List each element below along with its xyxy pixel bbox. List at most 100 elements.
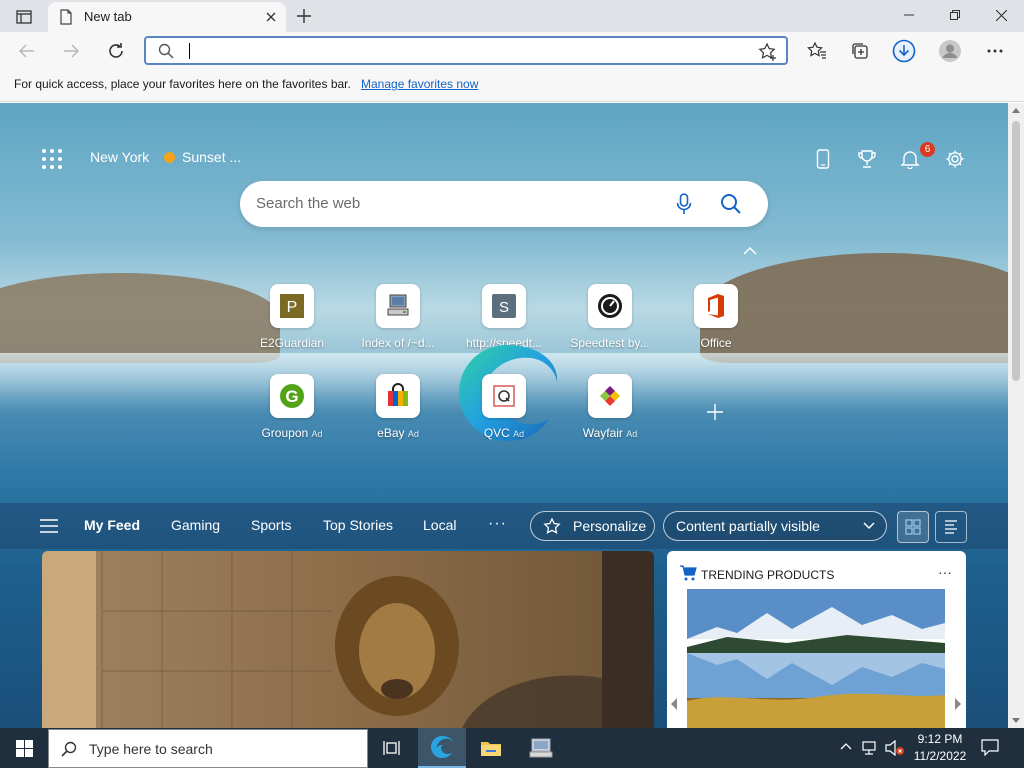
more-feed-tabs-button[interactable]: ··· [488,515,507,533]
weather-label[interactable]: Sunset ... [182,149,241,165]
tab-actions-button[interactable] [8,6,40,28]
action-center-icon[interactable] [980,738,1000,756]
e2guardian-icon: P [280,294,304,318]
browser-tab[interactable]: New tab [48,2,286,32]
collapse-chevron-icon[interactable] [743,247,757,255]
qvc-icon [493,385,515,407]
quick-link-tile[interactable]: P E2Guardian [252,284,332,364]
forward-button[interactable] [56,37,86,65]
add-shortcut-plus-icon[interactable] [704,401,726,423]
personalize-button[interactable]: Personalize [530,511,655,541]
taskbar-app-button[interactable] [517,728,565,768]
network-icon[interactable] [862,740,880,756]
clock-date: 11/2/2022 [913,749,967,763]
quick-link-tile[interactable]: Index of /~d... [358,284,438,364]
card-more-button[interactable]: ··· [938,564,952,580]
tile-label: QVC Ad [454,426,554,440]
taskbar-search-box[interactable]: Type here to search [48,729,368,768]
content-visibility-label: Content partially visible [676,518,820,534]
title-bar: New tab [0,0,1024,32]
new-tab-page: New York Sunset ... 6 Search the web P E… [0,103,1008,728]
feed-tab-top-stories[interactable]: Top Stories [323,517,393,533]
taskbar-edge-button[interactable] [418,728,466,768]
settings-menu-button[interactable] [980,37,1010,65]
close-window-button[interactable] [978,0,1024,30]
computer-icon [387,294,409,316]
tile-label: Wayfair Ad [560,426,660,440]
tile-label-text: Wayfair [582,426,623,440]
lion-photo [42,551,654,728]
add-favorite-icon[interactable] [758,42,778,62]
carousel-next-icon[interactable] [953,697,963,711]
minimize-button[interactable] [886,0,932,30]
feed-navigation-bar: My Feed Gaming Sports Top Stories Local … [0,503,1008,549]
start-button[interactable] [0,728,48,768]
edge-browser-icon [431,736,454,758]
downloads-button[interactable] [889,37,919,65]
grid-view-icon [905,519,921,535]
new-tab-button[interactable] [292,5,316,27]
show-hidden-icons-icon[interactable] [840,742,852,750]
rewards-button[interactable] [854,146,880,172]
web-search-placeholder: Search the web [256,195,361,212]
content-visibility-dropdown[interactable]: Content partially visible [663,511,887,541]
collections-button[interactable] [845,37,875,65]
quick-link-tile[interactable]: G Groupon Ad [252,374,332,454]
microphone-icon[interactable] [676,193,692,215]
favorites-button[interactable] [802,37,832,65]
speedtest-gauge-icon [598,294,622,318]
feed-tab-local[interactable]: Local [423,517,456,533]
quick-link-tile[interactable]: Wayfair Ad [570,374,650,454]
feed-tab-my-feed[interactable]: My Feed [84,517,140,533]
feed-tab-sports[interactable]: Sports [251,517,291,533]
manage-favorites-link[interactable]: Manage favorites now [361,77,478,91]
page-scrollbar[interactable] [1008,103,1024,728]
taskbar-file-explorer-button[interactable] [467,728,515,768]
list-view-icon [945,520,957,534]
avatar-icon [939,40,961,62]
carousel-prev-icon[interactable] [669,697,679,711]
page-icon [60,9,72,25]
location-label[interactable]: New York [90,149,149,165]
personalize-label: Personalize [573,518,647,534]
quick-link-tile[interactable]: Speedtest by... [570,284,650,364]
tile-label-text: QVC [483,426,510,440]
close-tab-button[interactable] [262,8,280,26]
search-icon[interactable] [720,193,742,215]
scrollbar-thumb[interactable] [1012,121,1020,381]
web-search-box[interactable]: Search the web [240,181,768,227]
address-bar[interactable] [144,36,788,65]
notification-badge: 6 [920,142,935,157]
system-clock[interactable]: 9:12 PM 11/2/2022 [908,731,972,765]
feed-tab-gaming[interactable]: Gaming [171,517,220,533]
grid-view-button[interactable] [897,511,929,543]
product-image [687,589,945,728]
volume-muted-icon[interactable] [885,740,905,756]
tile-icon-box [482,374,526,418]
profile-button[interactable] [935,37,965,65]
gear-icon [946,150,964,168]
page-settings-button[interactable] [942,146,968,172]
trending-products-card[interactable]: TRENDING PRODUCTS ··· [667,551,966,728]
back-button[interactable] [12,37,42,65]
scroll-down-arrow-icon[interactable] [1012,718,1020,724]
news-card-image[interactable] [42,551,654,728]
app-launcher-icon[interactable] [40,147,64,171]
maximize-button[interactable] [932,0,978,30]
phone-icon [816,149,830,169]
phone-button[interactable] [810,146,836,172]
list-view-button[interactable] [935,511,967,543]
tile-icon-box [588,374,632,418]
quick-link-tile[interactable]: eBay Ad [358,374,438,454]
search-icon [61,741,77,757]
quick-link-tile[interactable]: Office [676,284,756,364]
scroll-up-arrow-icon[interactable] [1012,107,1020,113]
refresh-button[interactable] [101,37,131,65]
hamburger-menu-icon[interactable] [40,519,58,533]
plus-icon [297,9,311,23]
task-view-button[interactable] [368,728,416,768]
close-icon [266,12,276,22]
more-dots-icon [987,49,1003,53]
svg-text:P: P [287,299,298,316]
quick-link-tile[interactable]: QVC Ad [464,374,544,454]
